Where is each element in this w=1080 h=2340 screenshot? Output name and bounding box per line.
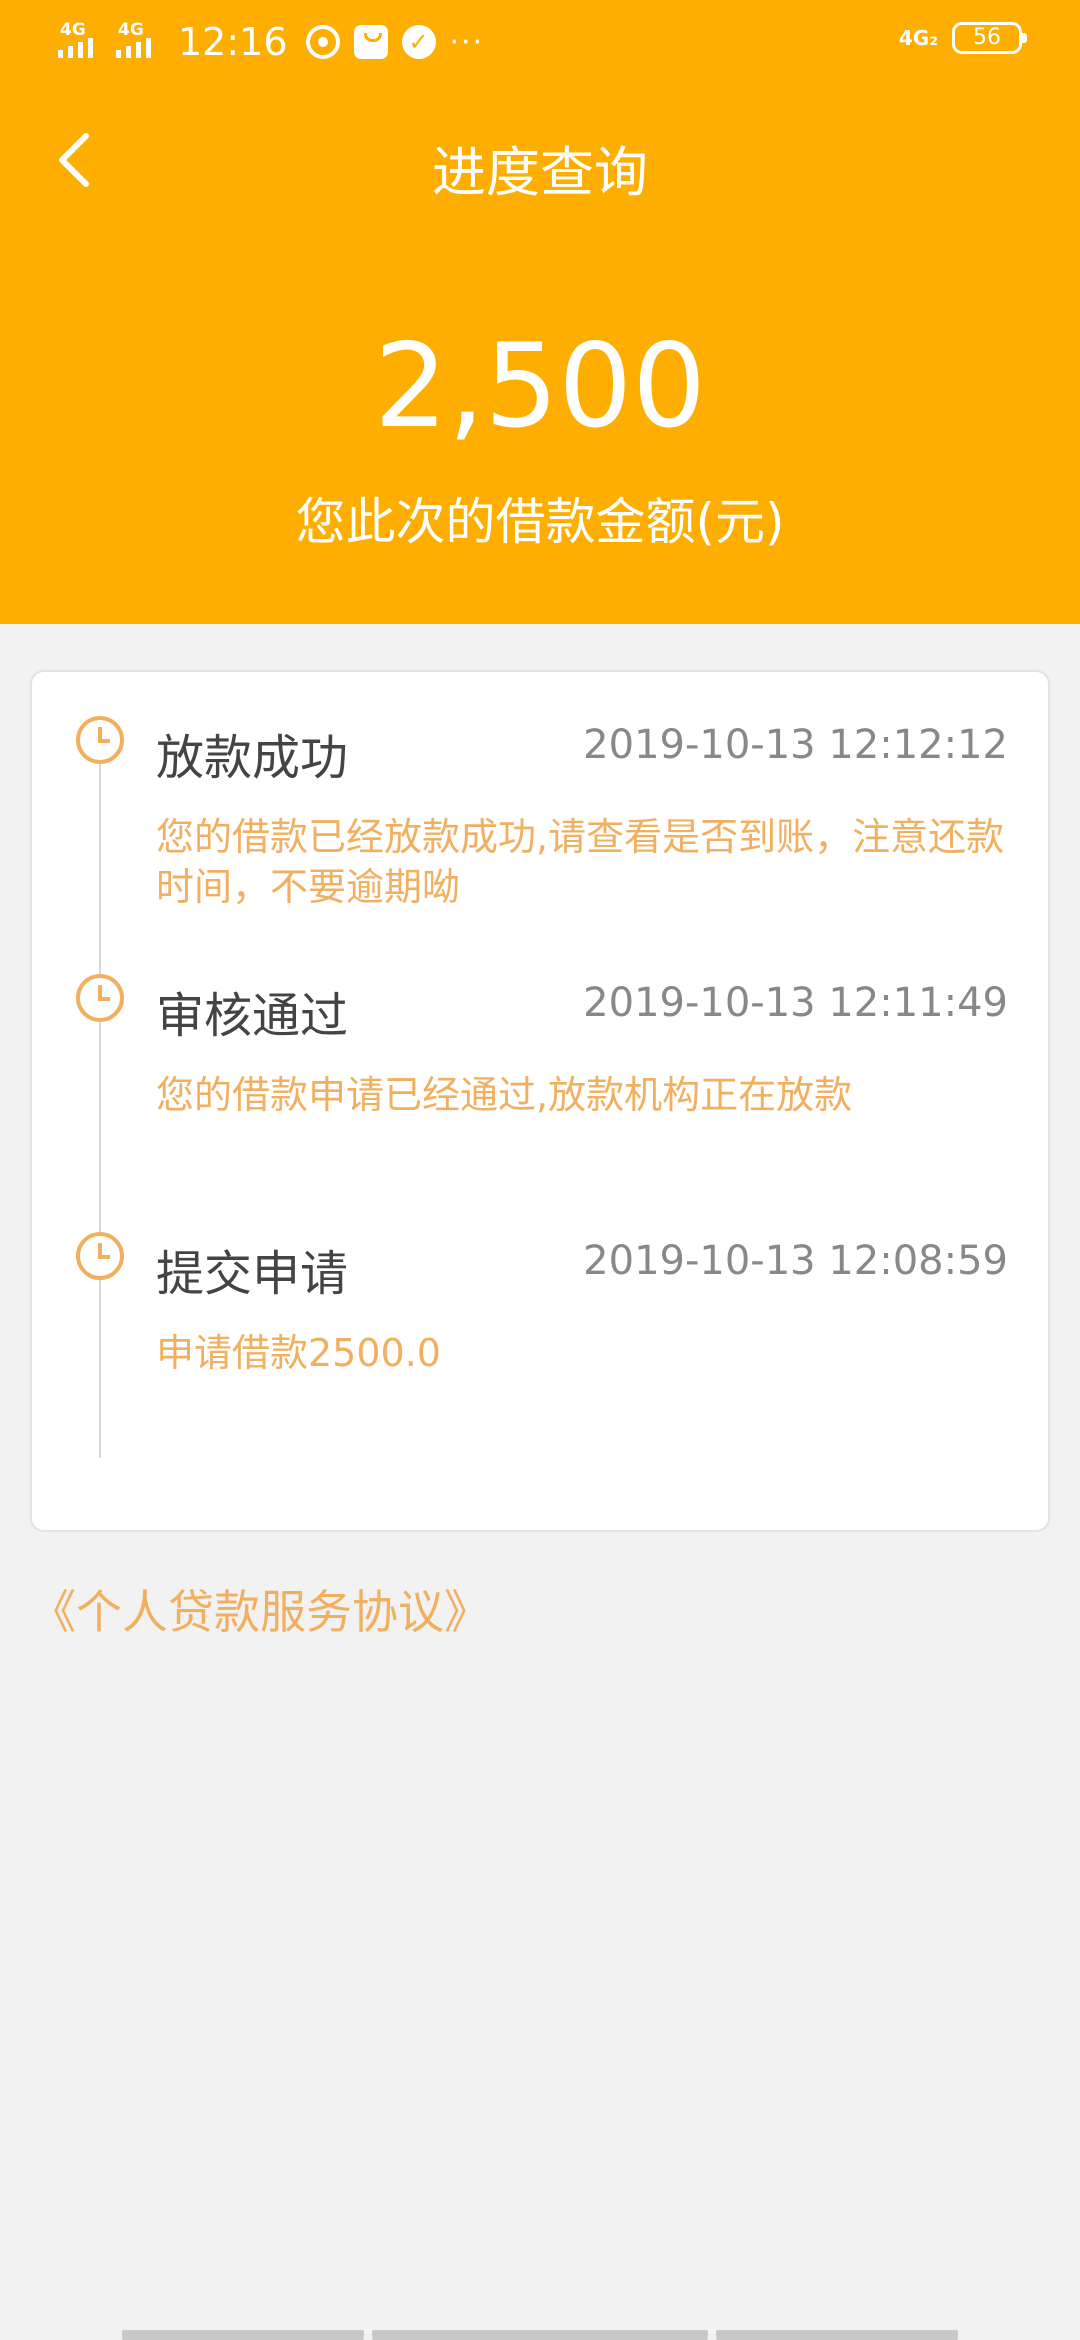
progress-card: 放款成功 2019-10-13 12:12:12 您的借款已经放款成功,请查看是… [30,670,1050,1532]
notification-icon [305,25,340,59]
page-title: 进度查询 [432,141,648,204]
signal-icon: 4G [58,14,110,70]
nav-bar-segment [122,2330,364,2340]
timeline-item-title: 审核通过 [156,988,349,1044]
clock-icon [76,1232,124,1280]
timeline-line [99,738,101,1458]
header: 4G 4G 12:16 ✓ ··· 4G₂ 56 进度查询 2,500 您此次的… [0,0,1080,624]
loan-amount-label: 您此次的借款金额(元) [295,493,785,551]
nav-bar-segment [716,2330,958,2340]
loan-amount: 2,500 [373,319,707,454]
check-circle-icon: ✓ [401,25,436,59]
timeline-item-desc: 您的借款申请已经通过,放款机构正在放款 [156,1073,853,1117]
status-bar: 4G 4G 12:16 ✓ ··· 4G₂ 56 [0,0,1080,84]
timeline-item-title: 放款成功 [156,730,349,786]
timeline-item-time: 2019-10-13 12:11:49 [583,980,1008,1026]
battery-icon: 56 [952,22,1027,54]
shopping-bag-icon [353,25,388,59]
network-type: 4G [118,20,144,40]
timeline-item-desc: 申请借款2500.0 [156,1331,441,1375]
more-notifications-icon: ··· [449,24,485,60]
clock-icon [76,716,124,764]
network-type-right: 4G₂ [898,26,938,50]
timeline-item-desc: 您的借款已经放款成功,请查看是否到账，注意还款时间，不要逾期呦 [156,815,1005,909]
timeline-item-title: 提交申请 [156,1246,349,1302]
nav-bar-segment [372,2330,708,2340]
clock-icon [76,974,124,1022]
signal-icon: 4G [116,14,168,70]
network-type: 4G [60,20,86,40]
loan-agreement-link[interactable]: 《个人贷款服务协议》 [30,1576,490,1642]
status-time: 12:16 [178,20,288,64]
timeline-item-time: 2019-10-13 12:08:59 [583,1238,1008,1284]
timeline-item-time: 2019-10-13 12:12:12 [583,722,1008,768]
